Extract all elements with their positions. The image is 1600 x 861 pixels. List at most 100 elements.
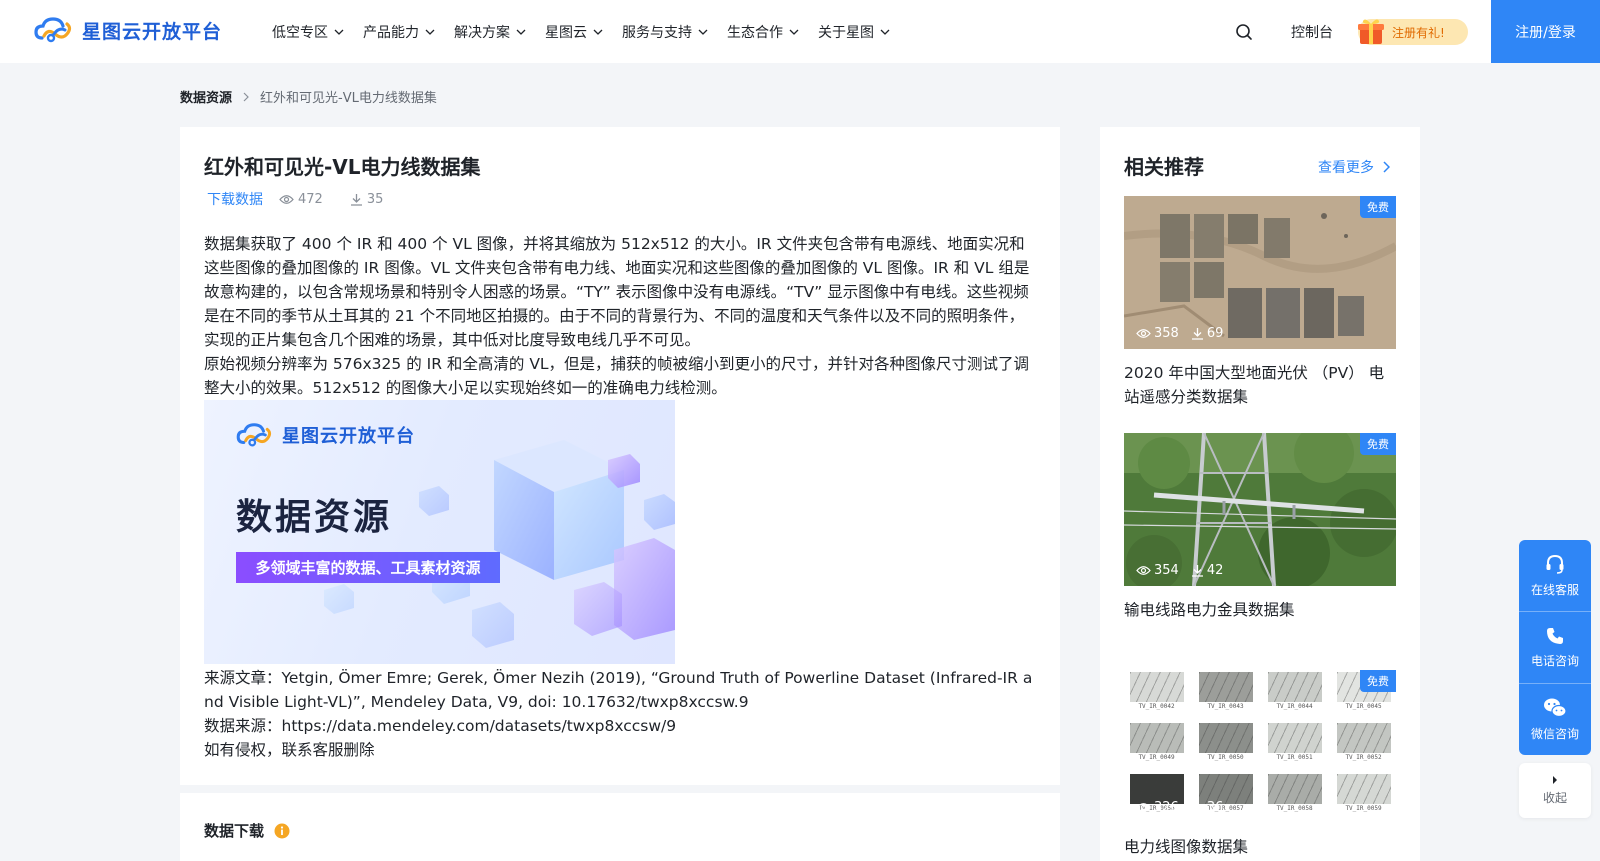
site-logo[interactable]: 星图云开放平台 xyxy=(34,14,222,46)
download-section-card: 数据下载 xyxy=(180,793,1060,861)
online-service-button[interactable]: 在线客服 xyxy=(1519,540,1591,611)
top-header: 星图云开放平台 低空专区 产品能力 解决方案 星图云 服务与支持 生态合作 关于… xyxy=(0,0,1600,63)
nav-item-about[interactable]: 关于星图 xyxy=(818,22,891,42)
wechat-consult-button[interactable]: 微信咨询 xyxy=(1519,684,1591,755)
thumbnail-image xyxy=(1336,723,1391,753)
chevron-right-icon xyxy=(243,92,249,101)
floating-contact-bar: 在线客服 电话咨询 微信咨询 xyxy=(1519,540,1591,755)
download-icon xyxy=(1191,328,1203,340)
description-paragraph: 原始视频分辨率为 576x325 的 IR 和全高清的 VL，但是，捕获的帧被缩… xyxy=(204,355,1030,397)
thumbnail-label: TV_IR_0059 xyxy=(1345,805,1382,812)
download-data-link[interactable]: 下载数据 xyxy=(207,189,263,209)
free-badge: 免费 xyxy=(1360,196,1396,218)
cloud-logo-icon xyxy=(34,17,72,43)
logo-text: 星图云开放平台 xyxy=(82,20,223,43)
data-source-url[interactable]: 数据来源：https://data.mendeley.com/datasets/… xyxy=(204,714,1036,738)
download-section-title: 数据下载 xyxy=(204,822,265,840)
thumbnail-image xyxy=(1336,774,1391,804)
recommendation-thumbnail: 免费 358 69 xyxy=(1124,196,1396,349)
recommendation-title: 2020 年中国大型地面光伏 （PV） 电站遥感分类数据集 xyxy=(1124,364,1385,406)
wechat-icon xyxy=(1544,698,1567,718)
powerline-thumbnail: TV_IR_0050 xyxy=(1197,723,1254,770)
download-icon xyxy=(1191,802,1203,814)
dataset-title: 红外和可见光-VL电力线数据集 xyxy=(204,155,481,179)
description-paragraph: 数据集获取了 400 个 IR 和 400 个 VL 图像，并将其缩放为 512… xyxy=(204,235,1030,349)
thumbnail-image xyxy=(1129,672,1184,702)
chevron-down-icon xyxy=(425,29,435,35)
eye-icon xyxy=(1136,566,1151,575)
banner-title: 数据资源 xyxy=(236,497,393,538)
collapse-button[interactable]: 收起 xyxy=(1519,763,1591,818)
banner-logo-text: 星图云开放平台 xyxy=(282,426,415,447)
chevron-right-icon xyxy=(1383,161,1390,173)
thumbnail-image xyxy=(1267,723,1322,753)
phone-consult-label: 电话咨询 xyxy=(1530,654,1579,668)
free-badge: 免费 xyxy=(1360,670,1396,692)
breadcrumb-current: 红外和可见光-VL电力线数据集 xyxy=(260,91,437,106)
chevron-down-icon xyxy=(516,29,526,35)
thumbnail-image xyxy=(1267,774,1322,804)
banner-logo: 星图云开放平台 xyxy=(236,420,415,450)
nav-item-label: 关于星图 xyxy=(818,24,874,41)
download-icon xyxy=(1191,565,1203,577)
recommendation-card[interactable]: 免费 358 69 2020 年中国大型地面光伏 （PV） 电站遥感分类数据集 xyxy=(1124,196,1396,409)
info-icon[interactable] xyxy=(274,823,290,839)
nav-item-ecosystem[interactable]: 生态合作 xyxy=(727,22,800,42)
chevron-down-icon xyxy=(880,29,890,35)
thumbnail-label: TV_IR_0044 xyxy=(1276,703,1313,710)
download-count: 42 xyxy=(1191,563,1223,578)
view-count: 354 xyxy=(1136,563,1179,578)
recommendation-stats: 358 69 xyxy=(1136,326,1235,341)
register-gift-button[interactable]: 注册有礼! xyxy=(1358,19,1468,45)
nav-item-label: 解决方案 xyxy=(454,24,510,41)
thumbnail-label: TV_IR_0045 xyxy=(1345,703,1382,710)
powerline-thumbnail: TV_IR_0043 xyxy=(1197,672,1254,719)
download-count-value: 35 xyxy=(366,191,384,207)
recommendation-stats: 354 42 xyxy=(1136,563,1235,578)
recommendation-thumbnail: 免费 354 42 xyxy=(1124,433,1396,586)
thumbnail-image xyxy=(1198,672,1253,702)
powerline-thumbnail: TV_IR_0042 xyxy=(1128,672,1185,719)
nav-item-starmap-cloud[interactable]: 星图云 xyxy=(545,22,604,42)
eye-icon xyxy=(1136,329,1151,338)
eye-icon xyxy=(279,194,294,204)
breadcrumb-root[interactable]: 数据资源 xyxy=(180,87,232,106)
powerline-thumbnail: TV_IR_0051 xyxy=(1266,723,1323,770)
wechat-consult-label: 微信咨询 xyxy=(1530,727,1579,741)
thumbnail-label: TV_IR_0043 xyxy=(1207,703,1244,710)
nav-item-products[interactable]: 产品能力 xyxy=(363,22,436,42)
recommendation-card[interactable]: TV_IR_0042 TV_IR_0043 TV_IR_0044 TV_IR_0045… xyxy=(1124,670,1396,859)
thumbnail-label: TV_IR_0052 xyxy=(1345,754,1382,761)
phone-consult-button[interactable]: 电话咨询 xyxy=(1519,612,1591,683)
main-nav: 低空专区 产品能力 解决方案 星图云 服务与支持 生态合作 关于星图 xyxy=(272,0,909,63)
nav-item-support[interactable]: 服务与支持 xyxy=(622,22,709,42)
dataset-banner-image: 星图云开放平台 数据资源 多领域丰富的数据、工具素材资源 xyxy=(204,400,675,664)
view-count-value: 358 xyxy=(1154,326,1179,341)
download-count-value: 69 xyxy=(1206,326,1224,341)
gift-label: 注册有礼! xyxy=(1392,26,1445,40)
recommendation-card[interactable]: 免费 354 42 输电线路电力金具数据集 xyxy=(1124,433,1396,622)
collapse-label: 收起 xyxy=(1542,791,1567,805)
recommendation-thumbnail: TV_IR_0042 TV_IR_0043 TV_IR_0044 TV_IR_0045… xyxy=(1124,670,1396,823)
dataset-detail-card: 红外和可见光-VL电力线数据集 下载数据 472 35 数据集获取了 400 个… xyxy=(180,127,1060,785)
view-more-link[interactable]: 查看更多 xyxy=(1318,157,1390,177)
search-icon xyxy=(1236,24,1252,40)
nav-item-low-altitude[interactable]: 低空专区 xyxy=(272,22,345,42)
online-service-label: 在线客服 xyxy=(1530,583,1579,597)
banner-subtitle: 多领域丰富的数据、工具素材资源 xyxy=(236,552,500,583)
download-count: 36 xyxy=(1191,800,1223,815)
caret-right-icon xyxy=(1553,776,1557,784)
nav-item-solutions[interactable]: 解决方案 xyxy=(454,22,527,42)
sidebar-title: 相关推荐 xyxy=(1124,155,1204,179)
powerline-thumbnail: TV_IR_0049 xyxy=(1128,723,1185,770)
breadcrumb: 数据资源 红外和可见光-VL电力线数据集 xyxy=(180,87,437,106)
source-article: 来源文章：Yetgin, Ömer Emre; Gerek, Ömer Nezi… xyxy=(204,669,1033,711)
related-recommendations: 相关推荐 查看更多 免费 358 69 2020 年中国大型地面光伏 （PV） … xyxy=(1100,127,1420,861)
thumbnail-label: TV_IR_0049 xyxy=(1138,754,1175,761)
login-register-button[interactable]: 注册/登录 xyxy=(1491,0,1600,63)
dataset-source-info: 来源文章：Yetgin, Ömer Emre; Gerek, Ömer Nezi… xyxy=(204,666,1036,762)
console-link[interactable]: 控制台 xyxy=(1291,22,1333,42)
view-count-value: 354 xyxy=(1154,563,1179,578)
view-count-value: 326 xyxy=(1154,800,1179,815)
search-button[interactable] xyxy=(1235,23,1253,41)
